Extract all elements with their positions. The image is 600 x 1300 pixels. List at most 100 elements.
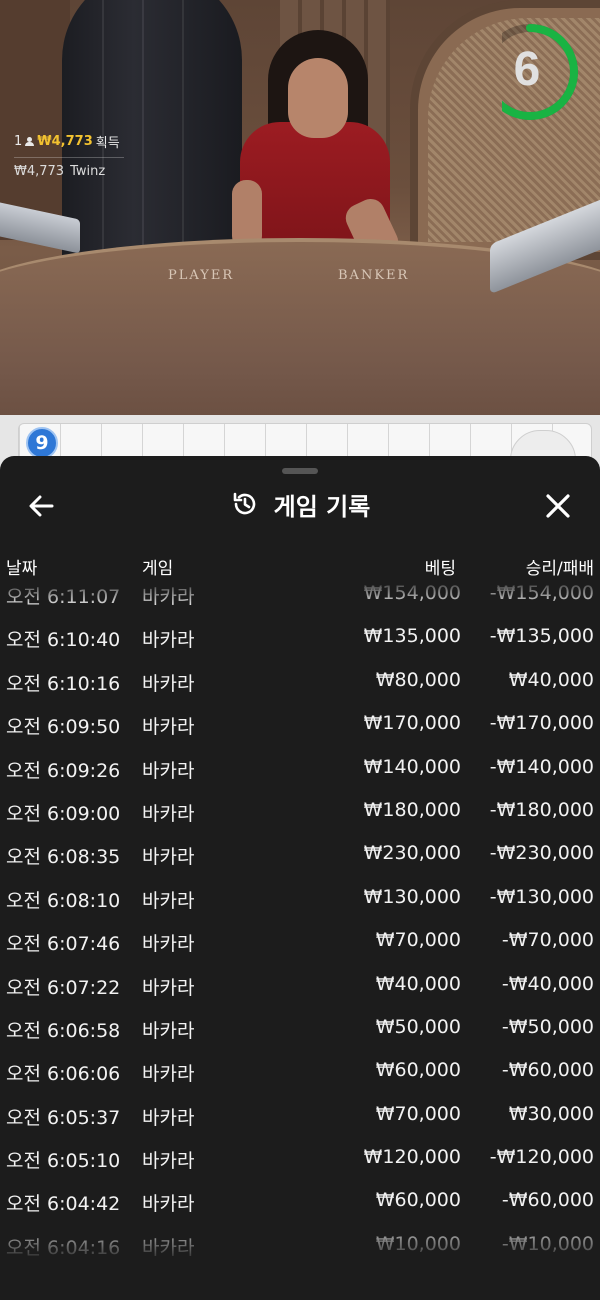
row-game: 바카라 [142,933,195,956]
row-result: ₩30,000 [508,1102,594,1125]
row-result: -₩40,000 [501,972,594,995]
history-clock-icon [233,492,255,515]
recent-win-info: 1 ₩4,773 획득 ₩4,773 Twinz [14,132,124,179]
table-row[interactable]: 오전 6:04:42 바카라 ₩60,000 -₩60,000 [0,1178,600,1221]
win-count: 1 [14,134,23,149]
winner-name: Twinz [70,164,106,179]
table-row[interactable]: 오전 6:09:26 바카라 ₩140,000 -₩140,000 [0,745,600,788]
row-result: -₩230,000 [489,842,594,865]
back-button[interactable] [22,486,62,526]
row-bet: ₩180,000 [363,798,461,821]
row-game: 바카라 [142,586,195,608]
row-bet: ₩70,000 [375,1102,461,1125]
win-suffix: 획득 [95,136,120,151]
history-list[interactable]: 오전 6:11:07 바카라 ₩154,000 -₩154,000 오전 6:10:40… [0,580,600,1256]
row-result: -₩140,000 [489,755,594,778]
row-date: 오전 6:08:10 [6,889,121,912]
row-game: 바카라 [142,1063,195,1086]
row-date: 오전 6:07:46 [6,933,121,956]
table-row[interactable]: 오전 6:08:35 바카라 ₩230,000 -₩230,000 [0,831,600,874]
row-result: -₩70,000 [501,929,594,952]
row-bet: ₩60,000 [375,1059,461,1082]
round-badge: 9 [26,427,58,459]
row-result: -₩120,000 [489,1146,594,1169]
dealer [232,30,403,266]
row-result: -₩154,000 [489,582,594,604]
row-date: 오전 6:11:07 [6,586,121,608]
table-row[interactable]: 오전 6:09:50 바카라 ₩170,000 -₩170,000 [0,701,600,744]
table-row[interactable]: 오전 6:11:07 바카라 ₩154,000 -₩154,000 [0,580,600,614]
row-date: 오전 6:06:58 [6,1019,121,1042]
table-banker-label: BANKER [338,268,410,283]
table-row[interactable]: 오전 6:05:10 바카라 ₩120,000 -₩120,000 [0,1135,600,1178]
row-bet: ₩135,000 [363,625,461,648]
row-result: -₩135,000 [489,625,594,648]
win-amount: ₩4,773 [37,134,93,149]
table-row[interactable]: 오전 6:06:58 바카라 ₩50,000 -₩50,000 [0,1005,600,1048]
col-bet: 베팅 [424,559,456,579]
row-game: 바카라 [142,1106,195,1129]
table-row[interactable]: 오전 6:06:06 바카라 ₩60,000 -₩60,000 [0,1048,600,1091]
row-bet: ₩130,000 [363,885,461,908]
table-row[interactable]: 오전 6:04:16 바카라 ₩10,000 -₩10,000 [0,1222,600,1256]
winner-amount: ₩4,773 [14,164,65,179]
row-date: 오전 6:09:50 [6,716,121,739]
row-date: 오전 6:10:40 [6,629,121,652]
row-bet: ₩70,000 [375,929,461,952]
row-result: -₩50,000 [501,1015,594,1038]
row-date: 오전 6:08:35 [6,846,121,869]
row-game: 바카라 [142,846,195,869]
table-row[interactable]: 오전 6:07:22 바카라 ₩40,000 -₩40,000 [0,962,600,1005]
row-result: -₩170,000 [489,712,594,735]
row-date: 오전 6:09:26 [6,759,121,782]
dark-arch-backdrop [62,0,242,260]
game-history-sheet: 게임 기록 날짜 게임 베팅 승리/패배 오전 6:11:07 바카라 ₩154,0… [0,456,600,1300]
row-bet: ₩60,000 [375,1189,461,1212]
row-result: -₩60,000 [501,1059,594,1082]
row-game: 바카라 [142,672,195,695]
row-date: 오전 6:07:22 [6,976,121,999]
row-date: 오전 6:04:16 [6,1236,121,1256]
sheet-drag-handle[interactable] [282,468,318,474]
row-game: 바카라 [142,976,195,999]
row-bet: ₩80,000 [375,668,461,691]
table-player-label: PLAYER [168,268,235,283]
row-result: -₩180,000 [489,798,594,821]
row-result: ₩40,000 [508,668,594,691]
row-game: 바카라 [142,629,195,652]
person-icon [25,137,35,146]
row-bet: ₩230,000 [363,842,461,865]
row-date: 오전 6:04:42 [6,1193,121,1216]
row-result: -₩60,000 [501,1189,594,1212]
row-result: -₩10,000 [501,1232,594,1255]
row-bet: ₩10,000 [375,1232,461,1255]
row-game: 바카라 [142,802,195,825]
row-date: 오전 6:05:10 [6,1150,121,1173]
col-date: 날짜 [6,559,38,579]
row-game: 바카라 [142,1193,195,1216]
col-win-loss: 승리/패배 [525,559,594,579]
table-row[interactable]: 오전 6:08:10 바카라 ₩130,000 -₩130,000 [0,875,600,918]
row-date: 오전 6:05:37 [6,1106,121,1129]
col-game: 게임 [142,559,174,579]
table-row[interactable]: 오전 6:10:16 바카라 ₩80,000 ₩40,000 [0,658,600,701]
table-row[interactable]: 오전 6:10:40 바카라 ₩135,000 -₩135,000 [0,614,600,657]
row-game: 바카라 [142,889,195,912]
sheet-title: 게임 기록 [273,492,371,521]
row-game: 바카라 [142,1150,195,1173]
close-icon [546,494,570,518]
row-game: 바카라 [142,759,195,782]
row-result: -₩130,000 [489,885,594,908]
timer-value: 6 [513,43,541,96]
close-button[interactable] [538,486,578,526]
row-bet: ₩40,000 [375,972,461,995]
row-date: 오전 6:10:16 [6,672,121,695]
row-game: 바카라 [142,1019,195,1042]
table-row[interactable]: 오전 6:05:37 바카라 ₩70,000 ₩30,000 [0,1092,600,1135]
table-row[interactable]: 오전 6:07:46 바카라 ₩70,000 -₩70,000 [0,918,600,961]
row-bet: ₩140,000 [363,755,461,778]
row-date: 오전 6:09:00 [6,802,121,825]
arrow-left-icon [29,495,54,517]
live-video-stream: PLAYER BANKER 1 ₩4,773 획득 ₩4,773 Twinz 6 [0,0,600,415]
table-row[interactable]: 오전 6:09:00 바카라 ₩180,000 -₩180,000 [0,788,600,831]
